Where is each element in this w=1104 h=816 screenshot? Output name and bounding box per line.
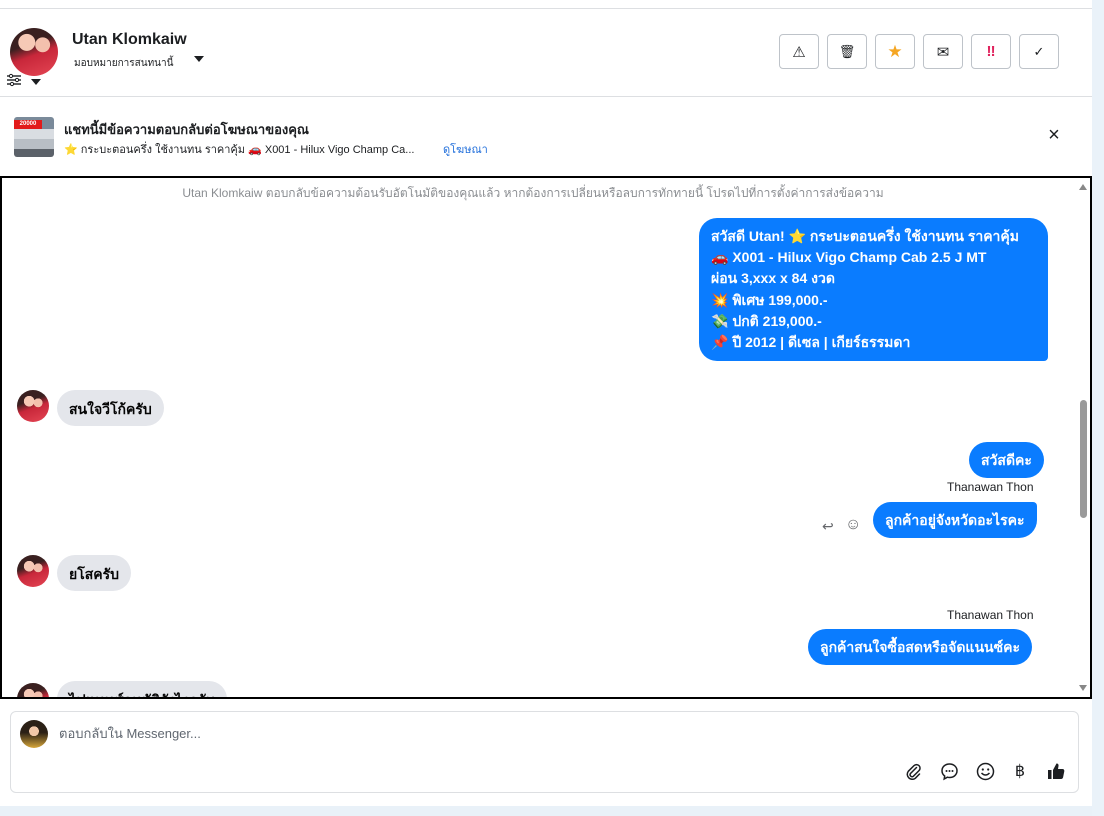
envelope-icon: ✉ — [936, 43, 950, 61]
thread-scrollbar[interactable] — [1076, 178, 1090, 697]
page-avatar — [20, 720, 48, 748]
reply-icon[interactable]: ↩ — [822, 518, 834, 535]
payment-icon[interactable]: ฿ — [1009, 760, 1031, 782]
contact-avatar-small[interactable] — [17, 555, 49, 587]
ad-banner-description: ⭐ กระบะตอนครึ่ง ใช้งานทน ราคาคุ้ม 🚗 X001… — [64, 144, 415, 156]
auto-reply-system-note: Utan Klomkaiw ตอบกลับข้อความต้อนรับอัตโน… — [182, 186, 884, 200]
delete-button[interactable]: 🗑 — [827, 34, 867, 69]
message-composer: ฿ — [10, 711, 1079, 793]
follow-up-button[interactable]: ‼ — [971, 34, 1011, 69]
incoming-message-bubble[interactable]: ไฟแนนซ์อนุมัติยังไงครับ — [57, 681, 227, 697]
ad-banner-title: แชทนี้มีข้อความตอบกลับต่อโฆษณาของคุณ — [64, 122, 309, 137]
follow-up-icon: ‼ — [986, 43, 996, 60]
sender-name: Thanawan Thon — [947, 480, 1034, 494]
star-button[interactable]: ★ — [875, 34, 915, 69]
scrollbar-thumb[interactable] — [1080, 400, 1087, 518]
ad-reply-banner: 20000 แชทนี้มีข้อความตอบกลับต่อโฆษณาของค… — [0, 97, 1092, 175]
star-icon: ★ — [887, 41, 903, 61]
outgoing-message-bubble[interactable]: สวัสดีคะ — [969, 442, 1044, 478]
react-icon[interactable]: ☺ — [845, 516, 861, 534]
incoming-message-bubble[interactable]: ยโสครับ — [57, 555, 132, 591]
conversation-panel: Utan Klomkaiw มอบหมายการสนทนานี้ ⚠ 🗑 ★ ✉… — [0, 0, 1092, 806]
trash-icon: 🗑 — [838, 43, 856, 59]
welcome-message-bubble[interactable]: สวัสดี Utan! ⭐ กระบะตอนครึ่ง ใช้งานทน รา… — [699, 218, 1048, 361]
contact-avatar-small[interactable] — [17, 390, 49, 422]
window-edge — [1092, 0, 1104, 816]
assign-conversation-label[interactable]: มอบหมายการสนทนานี้ — [74, 56, 173, 71]
check-icon: ✓ — [1033, 43, 1045, 59]
ad-thumbnail-tag: 20000 — [14, 120, 42, 129]
welcome-line: 💸 ปกติ 219,000.- — [711, 312, 822, 329]
warning-icon: ⚠ — [792, 43, 806, 61]
mark-unread-button[interactable]: ✉ — [923, 34, 963, 69]
attach-icon[interactable] — [902, 760, 924, 782]
scroll-up-icon[interactable] — [1079, 184, 1087, 190]
assign-dropdown-icon[interactable] — [194, 56, 204, 62]
spam-button[interactable]: ⚠ — [779, 34, 819, 69]
saved-reply-icon[interactable] — [938, 760, 960, 782]
filter-dropdown-icon[interactable] — [31, 79, 41, 85]
emoji-icon[interactable] — [974, 760, 996, 782]
contact-avatar-small[interactable] — [17, 683, 49, 697]
reply-input[interactable] — [59, 726, 959, 741]
incoming-message-bubble[interactable]: สนใจวีโก้ครับ — [57, 390, 164, 426]
welcome-line: ผ่อน 3,xxx x 84 งวด — [711, 270, 835, 287]
welcome-line: 📌 ปี 2012 | ดีเซล | เกียร์ธรรมดา — [711, 334, 911, 351]
contact-name[interactable]: Utan Klomkaiw — [72, 31, 187, 49]
sender-name: Thanawan Thon — [947, 608, 1034, 622]
welcome-line: สวัสดี Utan! ⭐ กระบะตอนครึ่ง ใช้งานทน รา… — [711, 228, 1020, 244]
contact-avatar[interactable] — [10, 28, 58, 76]
welcome-line: 💥 พิเศษ 199,000.- — [711, 291, 828, 308]
like-icon[interactable] — [1045, 760, 1067, 782]
conversation-header: Utan Klomkaiw มอบหมายการสนทนานี้ ⚠ 🗑 ★ ✉… — [0, 9, 1092, 97]
outgoing-message-bubble[interactable]: ลูกค้าสนใจซื้อสดหรือจัดแนนซ์คะ — [808, 629, 1032, 665]
scroll-down-icon[interactable] — [1079, 685, 1087, 691]
message-thread[interactable]: Utan Klomkaiw ตอบกลับข้อความต้อนรับอัตโน… — [0, 176, 1092, 699]
close-icon[interactable]: × — [1044, 125, 1064, 145]
ad-thumbnail[interactable]: 20000 — [14, 117, 54, 157]
filter-icon[interactable] — [6, 73, 22, 87]
welcome-line: 🚗 X001 - Hilux Vigo Champ Cab 2.5 J MT — [711, 249, 987, 266]
done-button[interactable]: ✓ — [1019, 34, 1059, 69]
view-ad-link[interactable]: ดูโฆษณา — [443, 140, 488, 158]
outgoing-message-bubble[interactable]: ลูกค้าอยู่จังหวัดอะไรคะ — [873, 502, 1037, 538]
